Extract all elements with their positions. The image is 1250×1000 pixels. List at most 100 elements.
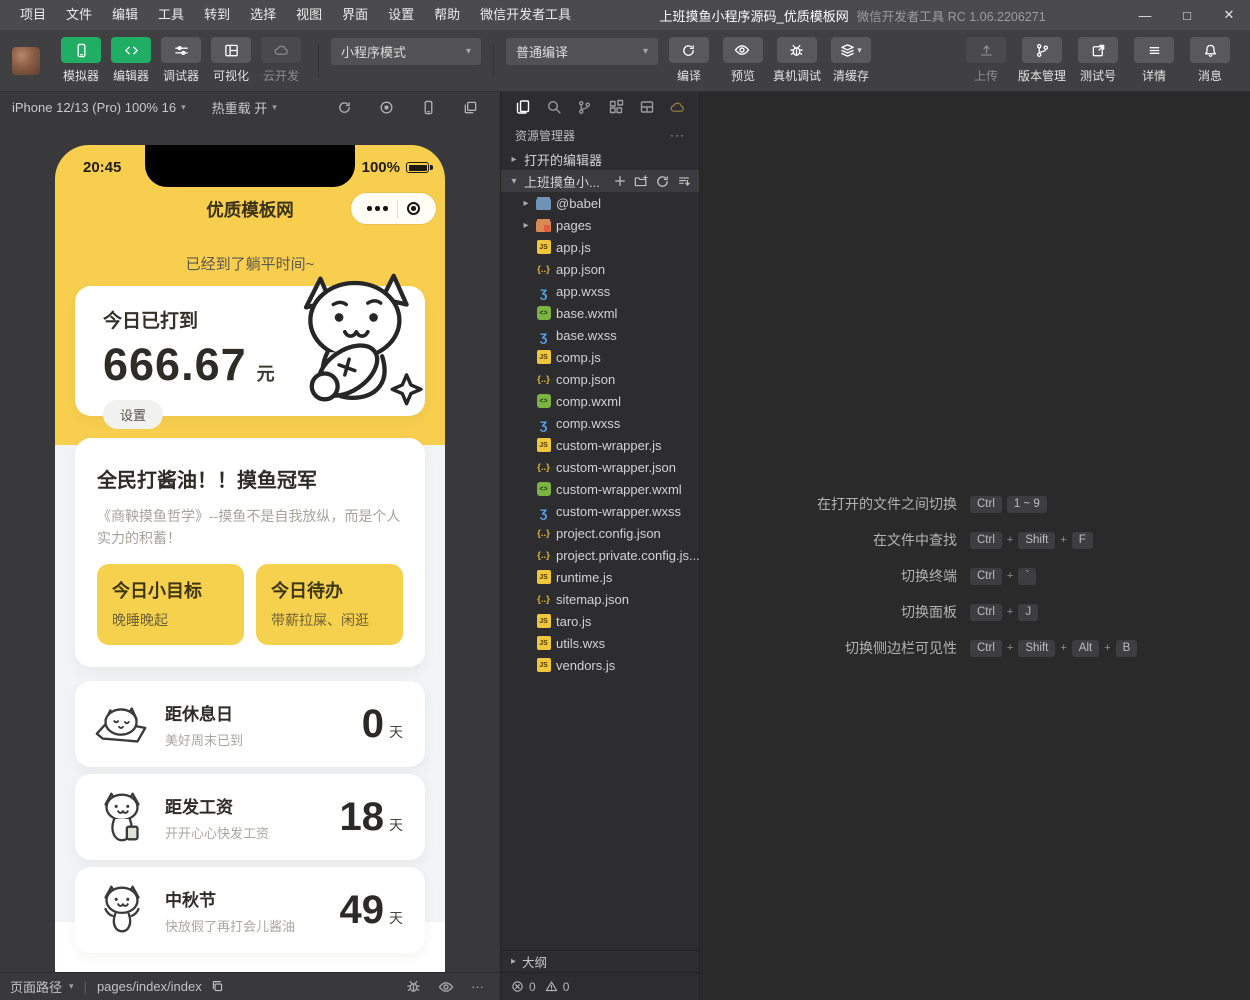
- new-folder-icon[interactable]: [634, 174, 648, 189]
- countdown-card[interactable]: 距休息日 美好周末已到 0 天: [75, 681, 425, 767]
- mode-dropdown[interactable]: 小程序模式 ▾: [331, 38, 481, 65]
- new-file-icon[interactable]: [613, 174, 627, 189]
- rotate-icon[interactable]: [337, 100, 352, 115]
- copy-icon[interactable]: [211, 980, 224, 993]
- menu-item[interactable]: 微信开发者工具: [470, 0, 581, 30]
- menu-item[interactable]: 编辑: [102, 0, 148, 30]
- refresh-icon[interactable]: [655, 174, 670, 189]
- device-frame-icon[interactable]: [421, 100, 436, 115]
- file-row[interactable]: custom-wrapper.wxss: [501, 500, 699, 522]
- toolbar-button[interactable]: 上传: [958, 37, 1014, 84]
- menu-item[interactable]: 帮助: [424, 0, 470, 30]
- file-row[interactable]: custom-wrapper.js: [501, 434, 699, 456]
- bug-icon[interactable]: [406, 979, 421, 994]
- goal-box[interactable]: 今日小目标 晚睡晚起: [97, 564, 244, 645]
- menu-item[interactable]: 工具: [148, 0, 194, 30]
- eye-icon[interactable]: [438, 979, 454, 995]
- file-row[interactable]: project.private.config.js...: [501, 544, 699, 566]
- hot-reload-toggle[interactable]: 热重载 开 ▾: [212, 98, 277, 117]
- git-icon[interactable]: [577, 100, 592, 115]
- toolbar-button[interactable]: 云开发: [256, 37, 306, 84]
- toolbar-button[interactable]: 可视化: [206, 37, 256, 84]
- window-title: 上班摸鱼小程序源码_优质模板网微信开发者工具 RC 1.06.2206271: [581, 6, 1124, 25]
- file-row[interactable]: vendors.js: [501, 654, 699, 676]
- toolbar-button[interactable]: ▾ 清缓存: [824, 37, 878, 84]
- problems-status[interactable]: 0 0: [501, 972, 699, 1000]
- toolbar-button-label: 真机调试: [773, 67, 821, 84]
- file-row[interactable]: comp.js: [501, 346, 699, 368]
- goal-box[interactable]: 今日待办 带薪拉屎、闲逛: [256, 564, 403, 645]
- toolbar-button[interactable]: 编译: [662, 37, 716, 84]
- file-row[interactable]: base.wxss: [501, 324, 699, 346]
- shortcut-hints: 在打开的文件之间切换 Ctrl1 ~ 9 在文件中查找 Ctrl+Shift+F…: [700, 494, 1122, 674]
- toolbar-button[interactable]: 详情: [1126, 37, 1182, 84]
- toolbar-icon: [789, 43, 804, 58]
- file-row[interactable]: comp.wxss: [501, 412, 699, 434]
- more-icon[interactable]: ···: [670, 128, 685, 142]
- open-editors-row[interactable]: ▸ 打开的编辑器: [501, 148, 699, 170]
- menu-item[interactable]: 选择: [240, 0, 286, 30]
- toolbar-button[interactable]: 调试器: [156, 37, 206, 84]
- collapse-all-icon[interactable]: [677, 174, 691, 189]
- file-row[interactable]: ▸ pages: [501, 214, 699, 236]
- cloud-icon[interactable]: [670, 100, 685, 115]
- file-row[interactable]: sitemap.json: [501, 588, 699, 610]
- menu-item[interactable]: 文件: [56, 0, 102, 30]
- page-path-label[interactable]: 页面路径: [10, 977, 62, 996]
- phone-nav-bar: 优质模板网: [55, 190, 445, 236]
- files-icon[interactable]: [515, 99, 531, 115]
- file-row[interactable]: taro.js: [501, 610, 699, 632]
- menu-item[interactable]: 视图: [286, 0, 332, 30]
- device-selector[interactable]: iPhone 12/13 (Pro) 100% 16 ▾: [12, 100, 186, 115]
- record-icon[interactable]: [379, 100, 394, 115]
- file-row[interactable]: app.wxss: [501, 280, 699, 302]
- file-row[interactable]: utils.wxs: [501, 632, 699, 654]
- menu-item[interactable]: 界面: [332, 0, 378, 30]
- avatar[interactable]: [12, 47, 40, 75]
- search-icon[interactable]: [546, 99, 562, 115]
- toolbar-button[interactable]: 版本管理: [1014, 37, 1070, 84]
- close-target-button[interactable]: [407, 202, 420, 215]
- file-row[interactable]: custom-wrapper.json: [501, 456, 699, 478]
- compile-mode-dropdown[interactable]: 普通编译 ▾: [506, 38, 658, 65]
- outline-section[interactable]: ▸ 大纲: [501, 950, 699, 972]
- menu-item[interactable]: 设置: [378, 0, 424, 30]
- minimize-button[interactable]: —: [1124, 0, 1166, 30]
- file-row[interactable]: runtime.js: [501, 566, 699, 588]
- multi-window-icon[interactable]: [463, 100, 478, 115]
- file-row[interactable]: project.config.json: [501, 522, 699, 544]
- toolbar-icon: [1203, 43, 1218, 58]
- toolbar-icon: [734, 42, 750, 58]
- toolbar-button[interactable]: 编辑器: [106, 37, 156, 84]
- close-button[interactable]: ✕: [1208, 0, 1250, 30]
- menu-item[interactable]: 项目: [10, 0, 56, 30]
- file-row[interactable]: app.json: [501, 258, 699, 280]
- more-dots-button[interactable]: [367, 206, 388, 211]
- file-name: app.json: [556, 262, 605, 277]
- countdown-title: 距休息日: [165, 700, 243, 725]
- file-row[interactable]: ▸ @babel: [501, 192, 699, 214]
- file-name: sitemap.json: [556, 592, 629, 607]
- file-row[interactable]: custom-wrapper.wxml: [501, 478, 699, 500]
- file-row[interactable]: comp.wxml: [501, 390, 699, 412]
- toolbar-button[interactable]: 模拟器: [56, 37, 106, 84]
- menu-item[interactable]: 转到: [194, 0, 240, 30]
- toolbar-button[interactable]: 测试号: [1070, 37, 1126, 84]
- countdown-days: 0: [362, 702, 384, 747]
- battery-percent: 100%: [362, 159, 400, 176]
- toolbar-button[interactable]: 预览: [716, 37, 770, 84]
- toolbar-button[interactable]: 消息: [1182, 37, 1238, 84]
- project-root-row[interactable]: ▾ 上班摸鱼小...: [501, 170, 699, 192]
- settings-button[interactable]: 设置: [103, 400, 163, 429]
- countdown-card[interactable]: 距发工资 开开心心快发工资 18 天: [75, 774, 425, 860]
- panel-icon[interactable]: [639, 99, 655, 115]
- countdown-card[interactable]: 中秋节 快放假了再打会儿酱油 49 天: [75, 867, 425, 953]
- toolbar-button[interactable]: 真机调试: [770, 37, 824, 84]
- maximize-button[interactable]: □: [1166, 0, 1208, 30]
- file-row[interactable]: base.wxml: [501, 302, 699, 324]
- extensions-icon[interactable]: [608, 99, 624, 115]
- divider: |: [84, 979, 87, 994]
- file-row[interactable]: app.js: [501, 236, 699, 258]
- more-icon[interactable]: ···: [471, 979, 484, 994]
- file-row[interactable]: comp.json: [501, 368, 699, 390]
